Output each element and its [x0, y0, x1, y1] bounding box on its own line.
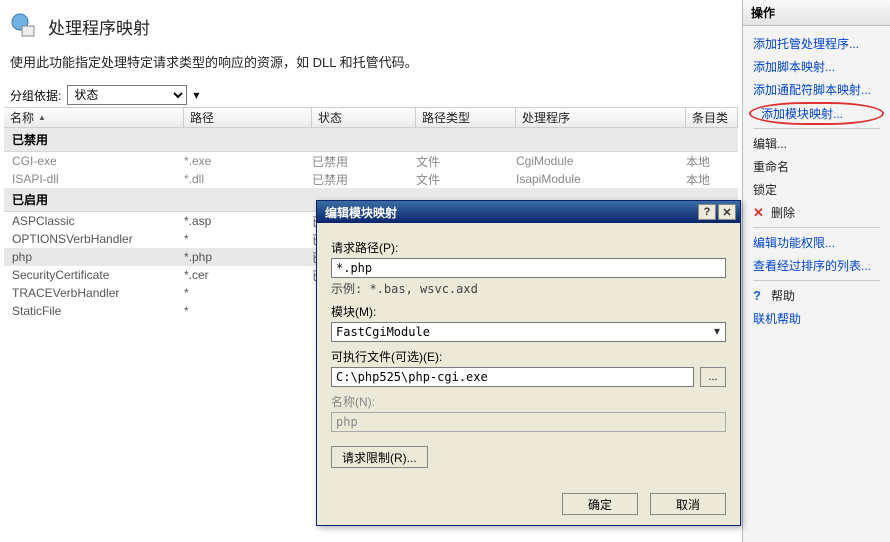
col-ptype[interactable]: 路径类型	[416, 108, 516, 127]
action-online-help[interactable]: 联机帮助	[747, 307, 886, 330]
dialog-close-button[interactable]: ✕	[718, 204, 736, 220]
executable-label: 可执行文件(可选)(E):	[331, 348, 726, 365]
executable-input[interactable]	[331, 367, 694, 387]
separator	[753, 227, 880, 228]
page-header: 处理程序映射	[4, 8, 738, 50]
col-name[interactable]: 名称▲	[4, 108, 184, 127]
dialog-title: 编辑模块映射	[321, 204, 696, 221]
col-path[interactable]: 路径	[184, 108, 312, 127]
dialog-help-button[interactable]: ?	[698, 204, 716, 220]
section-disabled[interactable]: 已禁用	[4, 128, 738, 152]
cancel-button[interactable]: 取消	[650, 493, 726, 515]
group-by-select[interactable]: 状态	[67, 85, 187, 105]
action-lock[interactable]: 锁定	[747, 178, 886, 201]
edit-module-mapping-dialog: 编辑模块映射 ? ✕ 请求路径(P): 示例: *.bas, wsvc.axd …	[316, 200, 741, 526]
action-help[interactable]: ?帮助	[747, 284, 886, 307]
help-icon: ?	[753, 288, 765, 303]
name-label: 名称(N):	[331, 393, 726, 410]
action-view-ordered[interactable]: 查看经过排序的列表...	[747, 254, 886, 277]
action-rename[interactable]: 重命名	[747, 155, 886, 178]
table-row[interactable]: CGI-exe*.exe已禁用文件CgiModule本地	[4, 152, 738, 170]
grid-header[interactable]: 名称▲ 路径 状态 路径类型 处理程序 条目类	[4, 108, 738, 128]
action-delete[interactable]: ✕删除	[747, 201, 886, 224]
action-edit-permissions[interactable]: 编辑功能权限...	[747, 231, 886, 254]
sort-arrow-icon: ▲	[38, 113, 46, 122]
action-add-module[interactable]: 添加模块映射...	[749, 102, 884, 125]
browse-button[interactable]: ...	[700, 367, 726, 387]
table-row[interactable]: ISAPI-dll*.dll已禁用文件IsapiModule本地	[4, 170, 738, 188]
action-edit[interactable]: 编辑...	[747, 132, 886, 155]
module-label: 模块(M):	[331, 303, 726, 320]
group-by-separator: ▾	[193, 88, 199, 102]
request-path-label: 请求路径(P):	[331, 239, 726, 256]
handler-mapping-icon	[10, 12, 38, 40]
actions-panel: 操作 添加托管处理程序... 添加脚本映射... 添加通配符脚本映射... 添加…	[742, 0, 890, 542]
dialog-titlebar[interactable]: 编辑模块映射 ? ✕	[317, 201, 740, 223]
col-entry[interactable]: 条目类	[686, 108, 738, 127]
separator	[753, 128, 880, 129]
col-handler[interactable]: 处理程序	[516, 108, 686, 127]
actions-header: 操作	[743, 0, 890, 26]
name-input	[331, 412, 726, 432]
request-path-example: 示例: *.bas, wsvc.axd	[331, 280, 726, 297]
action-add-managed[interactable]: 添加托管处理程序...	[747, 32, 886, 55]
group-by-label: 分组依据:	[10, 87, 61, 104]
request-restrictions-button[interactable]: 请求限制(R)...	[331, 446, 428, 468]
action-add-script[interactable]: 添加脚本映射...	[747, 55, 886, 78]
separator	[753, 280, 880, 281]
page-description: 使用此功能指定处理特定请求类型的响应的资源，如 DLL 和托管代码。	[4, 50, 738, 85]
ok-button[interactable]: 确定	[562, 493, 638, 515]
col-state[interactable]: 状态	[312, 108, 416, 127]
module-select[interactable]	[331, 322, 726, 342]
action-add-wildcard[interactable]: 添加通配符脚本映射...	[747, 78, 886, 101]
page-title: 处理程序映射	[48, 14, 150, 39]
request-path-input[interactable]	[331, 258, 726, 278]
delete-icon: ✕	[753, 205, 765, 221]
